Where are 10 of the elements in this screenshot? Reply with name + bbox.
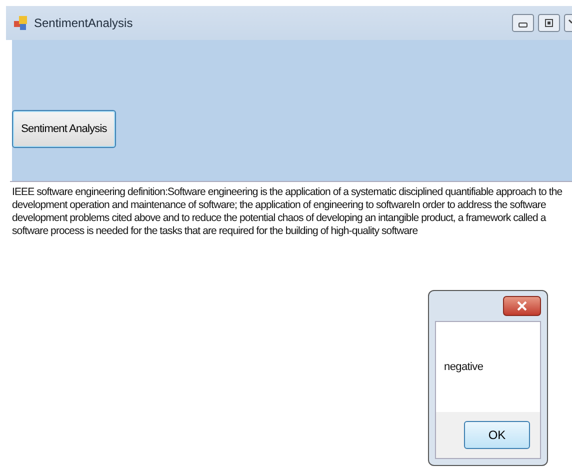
window-title: SentimentAnalysis xyxy=(34,16,133,30)
ok-button[interactable]: OK xyxy=(464,421,530,449)
definition-text: IEEE software engineering definition:Software engineering is the application of a systematic disciplined quantifiable approach to the development operation and maintenance of software; the application of engineering to softwareIn order to address the software development problems cited above and to reduce the potential chaos of developing an intangible product, a framework called a software process is needed for the tasks that are required for the building of high-quality software xyxy=(12,186,564,238)
message-text: negative xyxy=(444,361,484,373)
close-button[interactable] xyxy=(564,14,572,32)
maximize-button[interactable] xyxy=(538,14,560,32)
close-button[interactable] xyxy=(503,296,541,316)
minimize-button[interactable] xyxy=(512,14,534,32)
app-icon xyxy=(14,16,28,30)
sentiment-analysis-button[interactable]: Sentiment Analysis xyxy=(12,110,116,148)
